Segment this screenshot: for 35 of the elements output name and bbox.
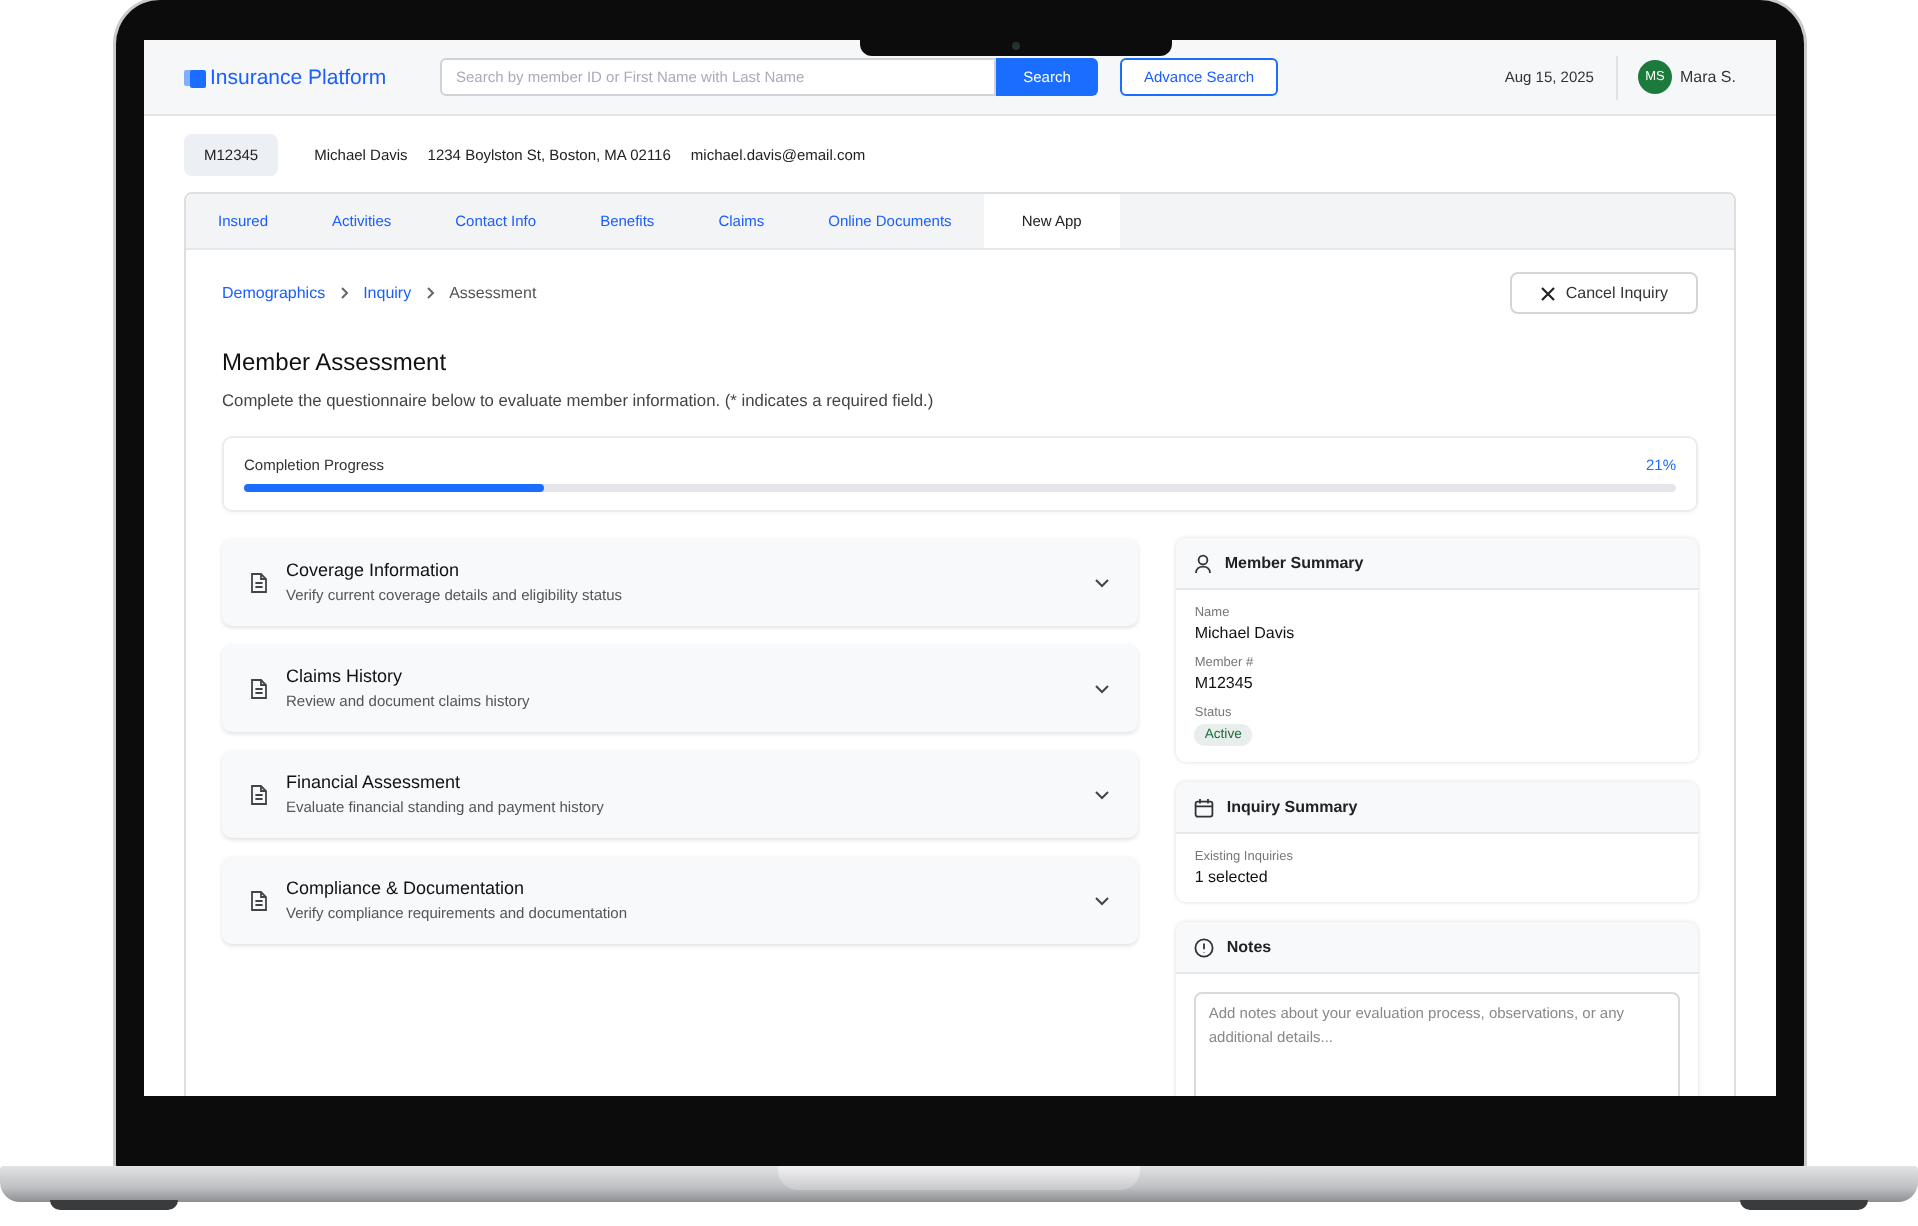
chevron-right-icon xyxy=(339,286,350,300)
document-icon xyxy=(250,571,268,593)
calendar-icon xyxy=(1194,797,1215,817)
field-value: Michael Davis xyxy=(1194,624,1295,642)
field-value: M12345 xyxy=(1194,674,1253,692)
section-title: Compliance & Documentation xyxy=(286,878,527,898)
laptop-foot xyxy=(1740,1200,1868,1210)
close-icon xyxy=(1539,285,1556,301)
cancel-inquiry-button[interactable]: Cancel Inquiry xyxy=(1509,272,1698,314)
breadcrumb-current: Assessment xyxy=(449,284,537,302)
chevron-down-icon xyxy=(1094,789,1111,799)
chevron-down-icon xyxy=(1094,895,1111,905)
section-title: Coverage Information xyxy=(286,560,462,580)
page-description: Complete the questionnaire below to evaluate member information. (* indicates a required field.) xyxy=(222,390,936,410)
user-name: Mara S. xyxy=(1679,68,1736,86)
card-title: Inquiry Summary xyxy=(1226,798,1358,816)
section-title: Claims History xyxy=(286,666,405,686)
chevron-right-icon xyxy=(425,286,436,300)
card-title: Notes xyxy=(1226,938,1272,956)
page-title: Member Assessment xyxy=(222,348,449,376)
app-logo: Insurance Platform xyxy=(210,65,387,89)
laptop-foot xyxy=(50,1200,178,1210)
breadcrumb-link[interactable]: Demographics xyxy=(222,284,326,302)
logo-icon xyxy=(184,67,206,87)
user-icon xyxy=(1194,553,1213,573)
chevron-down-icon xyxy=(1094,683,1111,693)
document-icon xyxy=(250,677,268,699)
info-icon xyxy=(1194,937,1215,957)
document-icon xyxy=(250,889,268,911)
breadcrumb-link[interactable]: Inquiry xyxy=(363,284,412,302)
card-title: Member Summary xyxy=(1224,554,1364,572)
field-value: 1 selected xyxy=(1194,868,1268,886)
section-title: Financial Assessment xyxy=(286,772,463,792)
document-icon xyxy=(250,783,268,805)
chevron-down-icon xyxy=(1094,577,1111,587)
